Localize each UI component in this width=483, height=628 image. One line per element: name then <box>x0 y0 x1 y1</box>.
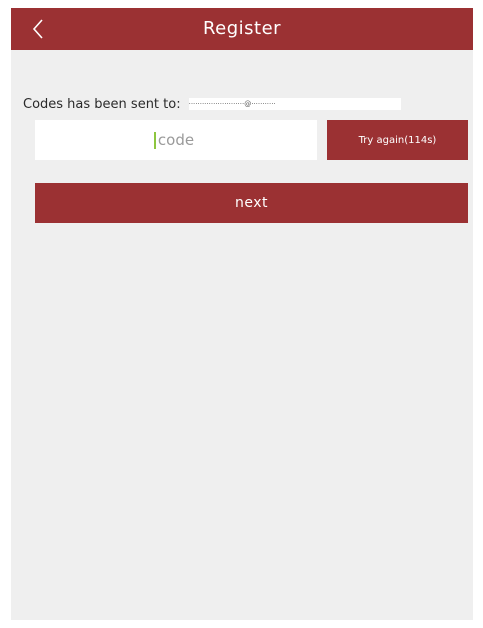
page-title: Register <box>202 18 282 39</box>
next-button[interactable]: next <box>35 183 468 223</box>
register-screen: Register Codes has been sent to: ·······… <box>11 8 473 620</box>
try-again-button[interactable]: Try again(114s) <box>327 120 468 160</box>
code-sent-notice: Codes has been sent to: ················… <box>23 96 401 112</box>
code-input[interactable] <box>35 120 317 160</box>
header-bar: Register <box>11 8 473 50</box>
text-caret <box>154 132 156 149</box>
code-sent-target: ·························@··········· <box>188 98 401 110</box>
code-sent-label: Codes has been sent to: <box>23 96 181 112</box>
